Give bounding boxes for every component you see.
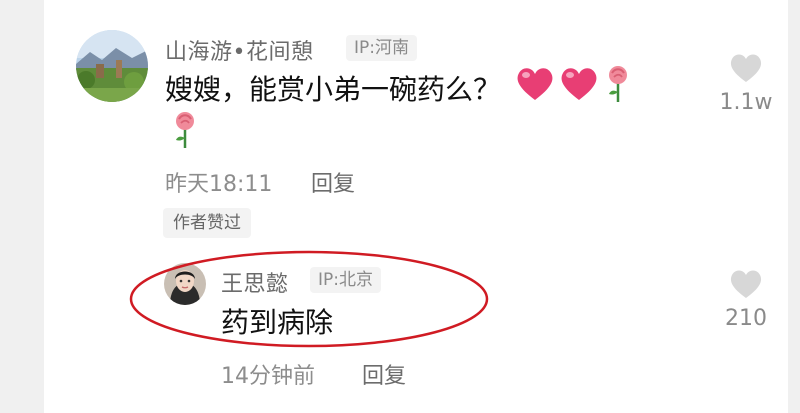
ip-tag: IP:河南 [346, 35, 417, 61]
avatar[interactable] [76, 30, 148, 102]
avatar-portrait-image [164, 263, 206, 305]
reply-username[interactable]: 王思懿 [221, 266, 289, 298]
author-liked-badge: 作者赞过 [163, 208, 251, 238]
ip-tag: IP:北京 [310, 267, 381, 293]
reply-avatar[interactable] [164, 263, 206, 305]
heart-outline-icon[interactable] [728, 268, 764, 304]
comment-body: 嫂嫂，能赏小弟一碗药么？ [165, 73, 502, 106]
rose-emoji [605, 64, 631, 118]
comment-username[interactable]: 山海游•花间憩 [165, 34, 313, 66]
reply-button[interactable]: 回复 [311, 166, 355, 198]
heart-emoji [559, 66, 599, 116]
heart-emoji [515, 66, 555, 116]
rose-emoji [172, 110, 198, 154]
heart-outline-icon[interactable] [728, 52, 764, 88]
reply-timestamp: 14分钟前 [221, 364, 315, 389]
reply-text: 药到病除 [221, 306, 334, 339]
comment-text: 嫂嫂，能赏小弟一碗药么？ [165, 64, 685, 118]
comment-card [44, 0, 788, 413]
like-count: 210 [725, 306, 767, 331]
like-count: 1.1w [719, 90, 773, 115]
avatar-landscape-image [76, 30, 148, 102]
comment-timestamp: 昨天18:11 [165, 172, 273, 197]
reply-button[interactable]: 回复 [362, 358, 406, 390]
